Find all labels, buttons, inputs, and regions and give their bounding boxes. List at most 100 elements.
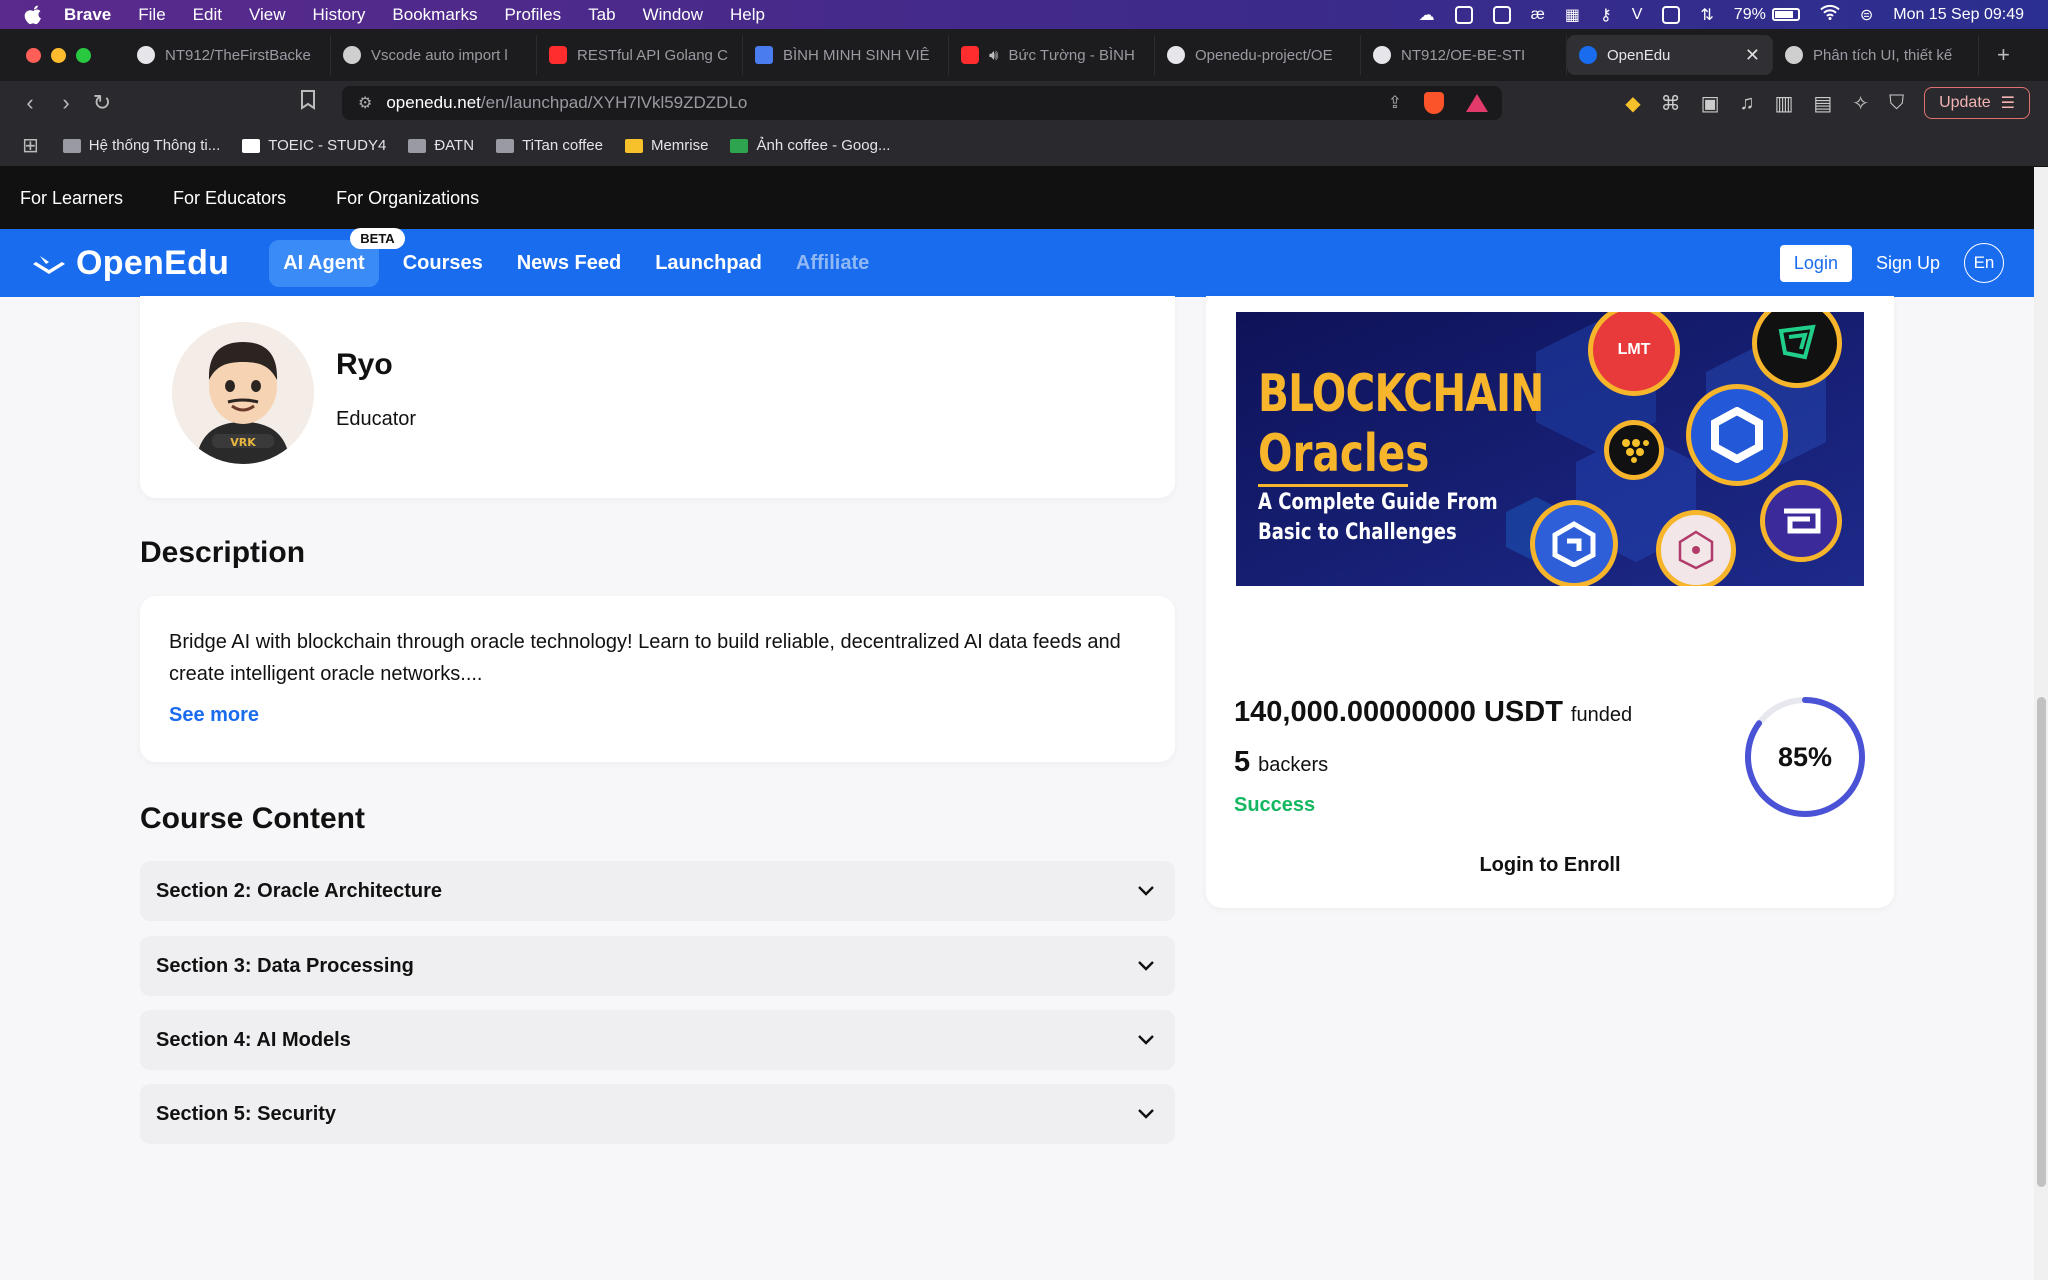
link-for-organizations[interactable]: For Organizations: [336, 188, 479, 209]
menu-edit[interactable]: Edit: [193, 5, 222, 25]
leo-ai-icon[interactable]: ✧: [1852, 91, 1869, 116]
close-window-button[interactable]: [26, 47, 41, 63]
docs-icon: [755, 46, 773, 64]
browser-tab[interactable]: BÌNH MINH SINH VIÊ: [743, 35, 949, 75]
speaker-icon[interactable]: 🔊︎: [989, 47, 998, 64]
section-accordion[interactable]: Section 4: AI Models: [140, 1010, 1175, 1070]
close-tab-icon[interactable]: ✕: [1745, 45, 1760, 66]
bookmark-item[interactable]: TiTan coffee: [496, 137, 603, 154]
forward-icon[interactable]: ›: [48, 90, 84, 116]
menu-help[interactable]: Help: [730, 5, 765, 25]
link-for-educators[interactable]: For Educators: [173, 188, 286, 209]
section-accordion[interactable]: Section 3: Data Processing: [140, 936, 1175, 996]
bookmark-item[interactable]: ĐATN: [408, 137, 474, 154]
bookmark-item[interactable]: Ảnh coffee - Goog...: [730, 137, 890, 154]
browser-tab[interactable]: Openedu-project/OE: [1155, 35, 1361, 75]
sidebar-icon[interactable]: ▥: [1774, 91, 1793, 116]
new-tab-button[interactable]: +: [1997, 42, 2010, 68]
grid-app-icon[interactable]: ▦: [1565, 5, 1580, 25]
browser-tab[interactable]: Phân tích UI, thiết kế: [1773, 35, 1979, 75]
extensions-icon[interactable]: ⌘: [1661, 91, 1681, 116]
extension-bitwarden-icon[interactable]: ◆: [1625, 91, 1640, 116]
login-to-enroll-button[interactable]: Login to Enroll: [1206, 854, 1894, 877]
browser-tab[interactable]: NT912/OE-BE-STI: [1361, 35, 1567, 75]
menu-profiles[interactable]: Profiles: [504, 5, 561, 25]
ae-icon[interactable]: æ: [1531, 6, 1545, 24]
github-icon: [137, 46, 155, 64]
menu-window[interactable]: Window: [643, 5, 703, 25]
course-banner[interactable]: BLOCKCHAIN Oracles A Complete Guide From…: [1236, 312, 1864, 586]
browser-toolbar: ‹ › ↻ ⚙ openedu.net/en/launchpad/XYH7lVk…: [0, 81, 2048, 125]
browser-tab[interactable]: NT912/TheFirstBacke: [125, 35, 331, 75]
bookmark-page-icon[interactable]: [300, 90, 330, 116]
app-name[interactable]: Brave: [64, 5, 111, 25]
bookmark-item[interactable]: Hệ thống Thông ti...: [62, 137, 221, 154]
link-for-learners[interactable]: For Learners: [20, 188, 123, 209]
media-icon[interactable]: ♫: [1739, 92, 1754, 115]
weather-icon[interactable]: ☁: [1419, 5, 1435, 25]
wifi-icon[interactable]: [1820, 4, 1840, 25]
beta-badge: BETA: [350, 227, 405, 249]
site-settings-icon[interactable]: ⚙: [358, 93, 372, 113]
educator-name[interactable]: Ryo: [336, 348, 393, 382]
bookmark-label: Hệ thống Thông ti...: [88, 137, 221, 154]
browser-tab[interactable]: 🔊︎ Bức Tường - BÌNH: [949, 35, 1155, 75]
avatar[interactable]: VRK: [172, 322, 314, 464]
menu-tab[interactable]: Tab: [588, 5, 615, 25]
bookmark-item[interactable]: Memrise: [624, 137, 708, 154]
folder-icon: [62, 138, 81, 153]
apple-icon[interactable]: [22, 4, 44, 26]
scrollbar-thumb[interactable]: [2037, 697, 2046, 1187]
nav-courses[interactable]: Courses: [403, 252, 483, 275]
apps-grid-icon[interactable]: ⊞: [22, 133, 39, 158]
language-switcher[interactable]: En: [1964, 243, 2004, 283]
tab-title: OpenEdu: [1607, 46, 1671, 64]
brave-rewards-icon[interactable]: [1466, 94, 1488, 112]
signup-link[interactable]: Sign Up: [1876, 253, 1940, 274]
section-accordion[interactable]: Section 5: Security: [140, 1084, 1175, 1144]
browser-tab-active[interactable]: OpenEdu ✕: [1567, 35, 1773, 75]
browser-tab[interactable]: RESTful API Golang C: [537, 35, 743, 75]
login-button[interactable]: Login: [1779, 244, 1852, 282]
hamburger-menu-icon: ☰: [2000, 95, 2015, 112]
screenshot-icon[interactable]: ▣: [1701, 91, 1720, 116]
back-icon[interactable]: ‹: [12, 90, 48, 116]
audience-strip: For Learners For Educators For Organizat…: [0, 167, 2034, 229]
maximize-window-button[interactable]: [76, 47, 91, 63]
nav-ai-agent[interactable]: AI Agent BETA: [269, 227, 405, 287]
shield-app-icon[interactable]: [1662, 5, 1681, 24]
wallet-icon[interactable]: ▤: [1813, 91, 1832, 116]
reload-icon[interactable]: ↻: [84, 90, 120, 116]
section-accordion[interactable]: Section 2: Oracle Architecture: [140, 861, 1175, 921]
v-icon[interactable]: V: [1632, 6, 1643, 24]
brave-shields-icon[interactable]: [1424, 92, 1444, 114]
minimize-window-button[interactable]: [51, 47, 66, 63]
share-icon[interactable]: ⇪: [1388, 93, 1402, 113]
bookmark-item[interactable]: TOEIC - STUDY4: [242, 137, 386, 154]
folder-icon: [408, 138, 427, 153]
openedu-logo[interactable]: OpenEdu: [32, 244, 229, 283]
menu-view[interactable]: View: [249, 5, 286, 25]
vpn-icon[interactable]: ⛉: [1889, 92, 1904, 115]
page-scrollbar[interactable]: [2034, 167, 2048, 1280]
browser-tab[interactable]: Vscode auto import l: [331, 35, 537, 75]
drive-icon[interactable]: [1492, 5, 1511, 24]
menu-clock[interactable]: Mon 15 Sep 09:49: [1893, 6, 2024, 24]
banner-title-1: BLOCKCHAIN: [1258, 364, 1544, 424]
address-bar[interactable]: ⚙ openedu.net/en/launchpad/XYH7lVkl59ZDZ…: [342, 86, 1502, 120]
menu-bookmarks[interactable]: Bookmarks: [392, 5, 477, 25]
transfer-icon[interactable]: ⇅: [1700, 5, 1713, 25]
see-more-link[interactable]: See more: [169, 704, 1146, 727]
nav-news-feed[interactable]: News Feed: [517, 252, 621, 275]
openedu-favicon-icon: [1579, 46, 1597, 64]
nav-launchpad[interactable]: Launchpad: [655, 252, 762, 275]
svg-text:VRK: VRK: [230, 436, 256, 449]
nav-affiliate[interactable]: Affiliate: [796, 252, 869, 275]
split-view-icon[interactable]: [1454, 5, 1473, 24]
menu-history[interactable]: History: [313, 5, 366, 25]
battery-indicator[interactable]: 79%: [1734, 6, 1800, 24]
update-button[interactable]: Update ☰: [1924, 87, 2030, 119]
menu-file[interactable]: File: [138, 5, 165, 25]
control-center-icon[interactable]: ⊜: [1860, 5, 1873, 25]
key-icon[interactable]: ⚷: [1600, 5, 1612, 25]
